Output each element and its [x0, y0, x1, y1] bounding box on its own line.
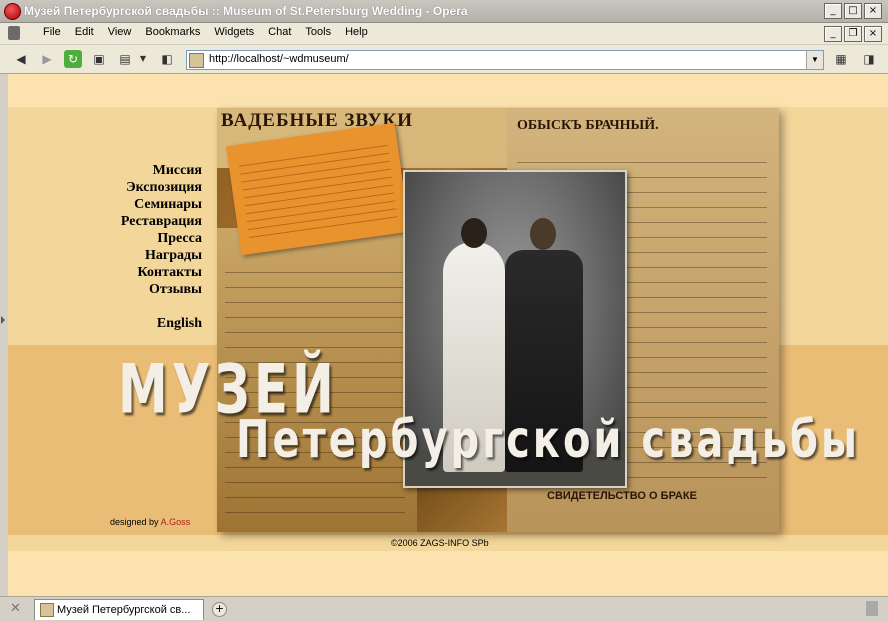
opera-logo-icon — [4, 3, 21, 20]
nav-mission-link[interactable]: Миссия — [121, 162, 202, 179]
bride-head — [461, 218, 487, 248]
tab-favicon-icon — [40, 603, 54, 617]
address-url[interactable]: http://localhost/~wdmuseum/ — [209, 53, 349, 65]
forward-arrow-icon[interactable]: ▶ — [38, 50, 56, 68]
nav-contacts-link[interactable]: Контакты — [121, 264, 202, 281]
nav-press-link[interactable]: Пресса — [121, 230, 202, 247]
page-icon[interactable]: ▤ — [116, 50, 134, 68]
nav-seminars-link[interactable]: Семинары — [121, 196, 202, 213]
menu-tools[interactable]: Tools — [298, 26, 338, 38]
groom-head — [530, 218, 556, 250]
menu-help[interactable]: Help — [338, 26, 375, 38]
menu-bookmarks[interactable]: Bookmarks — [138, 26, 207, 38]
menu-edit[interactable]: Edit — [68, 26, 101, 38]
page-dropdown-icon[interactable]: ▼ — [134, 50, 152, 68]
copyright-text: ©2006 ZAGS-INFO SPb — [391, 538, 489, 548]
tab-restore-button[interactable]: ❐ — [844, 26, 862, 42]
collage-heading-marriage-search: ОБЫСКЪ БРАЧНЫЙ. — [517, 118, 659, 133]
window-title: Музей Петербургской свадьбы :: Museum of… — [24, 4, 468, 18]
nav-restoration-link[interactable]: Реставрация — [121, 213, 202, 230]
designer-credit: designed by A.Goss — [110, 517, 190, 527]
menu-bar: File Edit View Bookmarks Widgets Chat To… — [0, 23, 888, 45]
nav-english-link[interactable]: English — [121, 315, 202, 332]
address-dropdown-icon[interactable]: ▼ — [806, 51, 823, 69]
tab-museum[interactable]: Музей Петербургской св... — [34, 599, 204, 620]
close-button[interactable]: × — [864, 3, 882, 19]
minimize-button[interactable]: _ — [824, 3, 842, 19]
site-favicon-icon — [189, 53, 204, 68]
back-arrow-icon[interactable]: ◀ — [12, 50, 30, 68]
museum-title-line2: Петербургской свадьбы — [236, 410, 861, 470]
maximize-button[interactable]: □ — [844, 3, 862, 19]
handwritten-card — [226, 122, 410, 256]
menu-view[interactable]: View — [101, 26, 139, 38]
nav-exposition-link[interactable]: Экспозиция — [121, 179, 202, 196]
nav-reviews-link[interactable]: Отзывы — [121, 281, 202, 298]
designed-by-text: designed by — [110, 517, 159, 527]
tab-bar: ✕ Музей Петербургской св... + — [0, 596, 888, 622]
designer-link[interactable]: A.Goss — [161, 517, 191, 527]
panel-icon[interactable]: ◨ — [860, 50, 878, 68]
trash-icon[interactable] — [866, 601, 878, 616]
tab-label: Музей Петербургской св... — [57, 604, 191, 616]
page-content: Миссия Экспозиция Семинары Реставрация П… — [8, 74, 888, 596]
navigation-toolbar: ◀ ▶ ↻ ▣ ▤ ▼ ◧ http://localhost/~wdmuseum… — [0, 45, 888, 74]
reload-icon[interactable]: ↻ — [64, 50, 82, 68]
tab-minimize-button[interactable]: _ — [824, 26, 842, 42]
site-navigation: Миссия Экспозиция Семинары Реставрация П… — [121, 162, 202, 332]
address-bar[interactable]: http://localhost/~wdmuseum/ ▼ — [186, 50, 824, 70]
nav-awards-link[interactable]: Награды — [121, 247, 202, 264]
tools-icon[interactable]: ✕ — [10, 601, 26, 617]
window-titlebar: Музей Петербургской свадьбы :: Museum of… — [0, 0, 888, 23]
print-icon[interactable]: ▦ — [832, 50, 850, 68]
tab-close-button[interactable]: × — [864, 26, 882, 42]
opera-menu-icon[interactable] — [8, 26, 20, 40]
menu-chat[interactable]: Chat — [261, 26, 298, 38]
side-panel-arrow-icon[interactable] — [1, 316, 5, 324]
new-tab-button[interactable]: + — [212, 602, 227, 617]
camera-icon[interactable]: ▣ — [90, 50, 108, 68]
panel-toggle-icon[interactable]: ◧ — [158, 50, 176, 68]
menu-file[interactable]: File — [36, 26, 68, 38]
collage-heading-certificate: СВИДЕТЕЛЬСТВО О БРАКЕ — [547, 490, 697, 502]
menu-widgets[interactable]: Widgets — [207, 26, 261, 38]
